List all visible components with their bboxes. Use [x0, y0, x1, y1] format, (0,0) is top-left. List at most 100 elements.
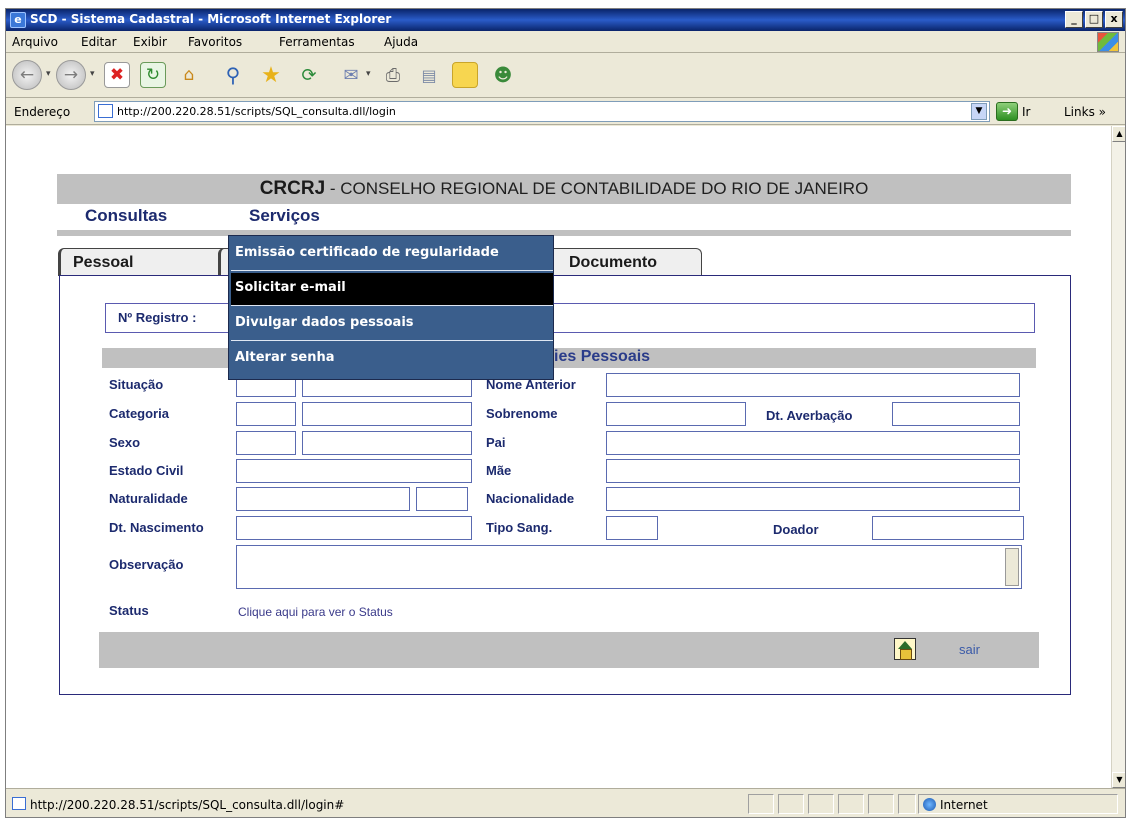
messenger-icon[interactable]: ☻: [490, 62, 516, 88]
toolbar: ← ▾ → ▾ ✖ ↻ ⌂ ⚲ ★ ⟳ ✉ ▾ ⎙ ▤ ☻: [6, 54, 1125, 98]
links-button[interactable]: Links »: [1064, 105, 1106, 119]
status-pane: [868, 794, 894, 814]
sobrenome-field[interactable]: [606, 402, 746, 426]
forward-dropdown-icon[interactable]: ▾: [90, 69, 95, 79]
sexo-code-field[interactable]: [236, 431, 296, 455]
back-icon[interactable]: ←: [12, 60, 42, 90]
observacao-field[interactable]: [236, 545, 1022, 589]
minimize-button[interactable]: _: [1065, 11, 1083, 28]
menu-ajuda[interactable]: Ajuda: [384, 35, 418, 49]
status-text: http://200.220.28.51/scripts/SQL_consult…: [30, 798, 345, 812]
internet-zone-icon: [923, 798, 936, 811]
nav-consultas[interactable]: Consultas: [85, 206, 167, 226]
nacionalidade-field[interactable]: [606, 487, 1020, 511]
label-estado-civil: Estado Civil: [109, 463, 184, 478]
tab-pessoal[interactable]: Pessoal: [58, 248, 230, 276]
label-mae: Mãe: [486, 463, 512, 478]
label-dt-averbacao: Dt. Averbação: [766, 408, 853, 423]
tipo-sang-field[interactable]: [606, 516, 658, 540]
label-sexo: Sexo: [109, 435, 141, 450]
doador-field[interactable]: [872, 516, 1024, 540]
status-pane: [778, 794, 804, 814]
mail-dropdown-icon[interactable]: ▾: [366, 69, 371, 79]
search-icon[interactable]: ⚲: [220, 62, 246, 88]
stop-icon[interactable]: ✖: [104, 62, 130, 88]
page-nav: Consultas Serviços: [57, 206, 1071, 230]
menu-item-emissao-certificado[interactable]: Emissão certificado de regularidade: [231, 238, 553, 271]
close-button[interactable]: x: [1105, 11, 1123, 28]
registro-label: Nº Registro :: [118, 310, 197, 325]
categoria-field[interactable]: [302, 402, 472, 426]
estado-civil-field[interactable]: [236, 459, 472, 483]
menu-item-divulgar-dados[interactable]: Divulgar dados pessoais: [231, 308, 553, 341]
folder-icon[interactable]: [452, 62, 478, 88]
page-scrollbar[interactable]: ▲ ▼: [1111, 126, 1125, 788]
forward-icon[interactable]: →: [56, 60, 86, 90]
address-label: Endereço: [14, 105, 71, 119]
nav-separator: [57, 230, 1071, 236]
scroll-down-icon[interactable]: ▼: [1112, 772, 1125, 788]
naturalidade-uf-field[interactable]: [416, 487, 468, 511]
address-dropdown-icon[interactable]: ▼: [971, 103, 987, 120]
title-bar: e SCD - Sistema Cadastral - Microsoft In…: [6, 9, 1125, 31]
mail-icon[interactable]: ✉: [338, 62, 364, 88]
naturalidade-field[interactable]: [236, 487, 410, 511]
maximize-button[interactable]: □: [1085, 11, 1103, 28]
print-icon[interactable]: ⎙: [380, 62, 406, 88]
menu-ferramentas[interactable]: Ferramentas: [279, 35, 355, 49]
section-title: ies Pessoais: [554, 348, 651, 365]
menu-bar: Arquivo Editar Exibir Favoritos Ferramen…: [6, 31, 1125, 53]
address-url: http://200.220.28.51/scripts/SQL_consult…: [117, 105, 396, 118]
observacao-scrollbar[interactable]: [1005, 548, 1019, 586]
label-tipo-sang: Tipo Sang.: [486, 520, 553, 535]
status-link[interactable]: Clique aqui para ver o Status: [238, 605, 393, 619]
label-pai: Pai: [486, 435, 506, 450]
go-button[interactable]: Ir: [1022, 105, 1030, 119]
page-status-icon: [12, 797, 26, 810]
windows-logo-icon: [1097, 32, 1119, 52]
status-bar: http://200.220.28.51/scripts/SQL_consult…: [6, 788, 1125, 817]
browser-window: e SCD - Sistema Cadastral - Microsoft In…: [5, 8, 1126, 818]
categoria-code-field[interactable]: [236, 402, 296, 426]
home-page-icon[interactable]: [894, 638, 916, 660]
label-doador: Doador: [773, 522, 819, 537]
header-brand: CRCRJ: [259, 178, 326, 199]
window-title: SCD - Sistema Cadastral - Microsoft Inte…: [30, 12, 392, 26]
dt-nascimento-field[interactable]: [236, 516, 472, 540]
refresh-icon[interactable]: ↻: [140, 62, 166, 88]
label-situacao: Situação: [109, 377, 164, 392]
label-nacionalidade: Nacionalidade: [486, 491, 575, 506]
address-input[interactable]: http://200.220.28.51/scripts/SQL_consult…: [94, 101, 990, 122]
sair-link[interactable]: sair: [959, 642, 980, 657]
label-observacao: Observação: [109, 557, 184, 572]
services-menu: Emissão certificado de regularidade Soli…: [228, 235, 554, 380]
page-header: CRCRJ - CONSELHO REGIONAL DE CONTABILIDA…: [57, 174, 1071, 204]
tab-documento[interactable]: Documento: [548, 248, 702, 276]
menu-editar[interactable]: Editar: [81, 35, 117, 49]
home-icon[interactable]: ⌂: [176, 62, 202, 88]
edit-icon[interactable]: ▤: [416, 62, 442, 88]
menu-item-solicitar-email[interactable]: Solicitar e-mail: [231, 273, 553, 306]
back-dropdown-icon[interactable]: ▾: [46, 69, 51, 79]
go-icon[interactable]: ➜: [996, 102, 1018, 121]
pai-field[interactable]: [606, 431, 1020, 455]
page-icon: [98, 104, 113, 118]
label-sobrenome: Sobrenome: [486, 406, 558, 421]
scroll-up-icon[interactable]: ▲: [1112, 126, 1125, 142]
status-pane: [898, 794, 916, 814]
sexo-field[interactable]: [302, 431, 472, 455]
menu-arquivo[interactable]: Arquivo: [12, 35, 58, 49]
footer-bar: sair: [99, 632, 1039, 668]
status-pane: [838, 794, 864, 814]
favorites-icon[interactable]: ★: [258, 62, 284, 88]
address-bar: Endereço http://200.220.28.51/scripts/SQ…: [6, 99, 1125, 125]
menu-exibir[interactable]: Exibir: [133, 35, 167, 49]
mae-field[interactable]: [606, 459, 1020, 483]
nav-servicos[interactable]: Serviços: [249, 206, 320, 226]
history-icon[interactable]: ⟳: [296, 62, 322, 88]
menu-favoritos[interactable]: Favoritos: [188, 35, 242, 49]
dt-averbacao-field[interactable]: [892, 402, 1020, 426]
nome-anterior-field[interactable]: [606, 373, 1020, 397]
ie-icon: e: [10, 12, 26, 28]
menu-item-alterar-senha[interactable]: Alterar senha: [231, 343, 553, 376]
